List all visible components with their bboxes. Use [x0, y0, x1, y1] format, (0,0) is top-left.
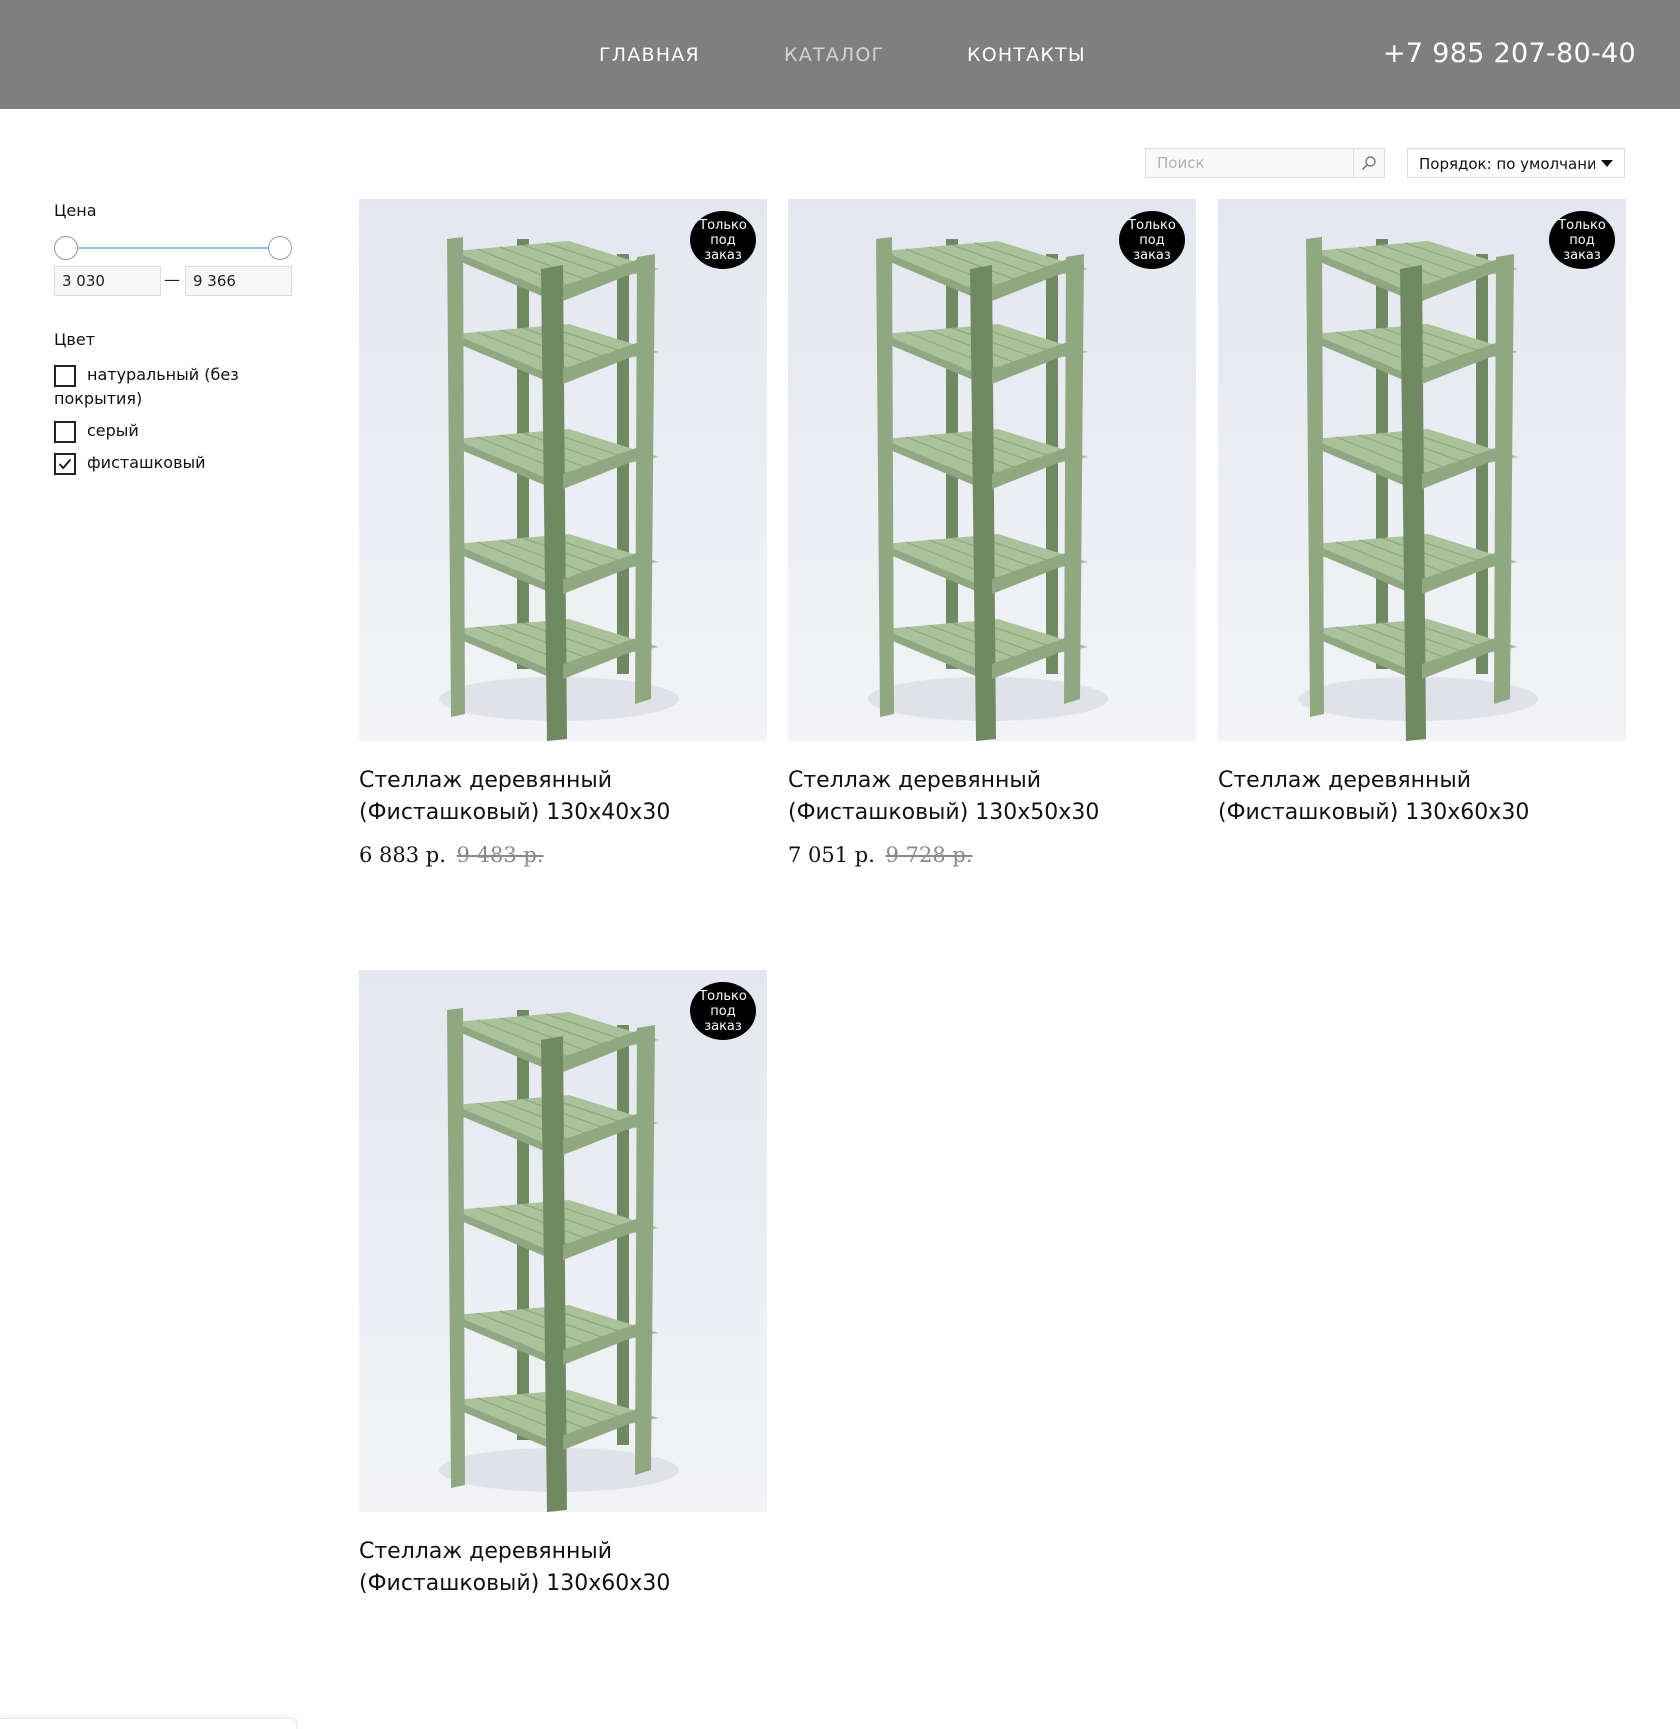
price-min-input[interactable]: [54, 266, 161, 296]
product-image[interactable]: Только под заказ: [359, 199, 767, 741]
product-title[interactable]: Стеллаж деревянный (Фисташковый) 130х60х…: [359, 1536, 767, 1600]
product-price: 7 051 р.: [788, 843, 875, 867]
color-option-grey-label[interactable]: серый: [54, 419, 254, 443]
shelf-illustration: [868, 237, 1108, 741]
front-right-post: [635, 1025, 655, 1475]
made-to-order-badge: Только под заказ: [1119, 211, 1185, 269]
sort-selected-label: Порядок: по умолчанию: [1419, 155, 1595, 173]
front-left-post: [447, 1008, 465, 1488]
shelf-illustration: [439, 1008, 679, 1512]
made-to-order-badge: Только под заказ: [690, 982, 756, 1040]
phone-number[interactable]: +7 985 207-80-40: [1383, 38, 1636, 70]
product-title[interactable]: Стеллаж деревянный (Фисташковый) 130х60х…: [1218, 765, 1626, 829]
product-card: Только под заказ Стеллаж деревянный (Фис…: [788, 199, 1196, 868]
made-to-order-badge: Только под заказ: [690, 211, 756, 269]
front-right-post: [1064, 254, 1084, 704]
front-left-post: [1306, 237, 1324, 717]
nav-home[interactable]: ГЛАВНАЯ: [599, 44, 700, 66]
price-slider-min-handle[interactable]: [54, 236, 78, 260]
front-left-post: [447, 237, 465, 717]
shelf-illustration: [1298, 237, 1538, 741]
product-image[interactable]: Только под заказ: [359, 970, 767, 1512]
color-option-pistachio-label[interactable]: фисташковый: [54, 451, 254, 475]
product-image[interactable]: Только под заказ: [1218, 199, 1626, 741]
product-card: Только под заказ Стеллаж деревянный (Фис…: [1218, 199, 1626, 829]
front-left-post: [876, 237, 894, 717]
site-header: ГЛАВНАЯ КАТАЛОГ КОНТАКТЫ +7 985 207-80-4…: [0, 0, 1680, 109]
search-button[interactable]: [1354, 149, 1384, 177]
made-to-order-badge: Только под заказ: [1549, 211, 1615, 269]
front-right-post: [1494, 254, 1514, 704]
product-title[interactable]: Стеллаж деревянный (Фисташковый) 130х50х…: [788, 765, 1196, 829]
product-price: 6 883 р.: [359, 843, 446, 867]
search-icon: [1362, 156, 1376, 170]
caret-down-icon: [1601, 160, 1613, 167]
front-right-post: [635, 254, 655, 704]
price-range-dash: —: [164, 270, 180, 289]
product-card: Только под заказ Стеллаж деревянный (Фис…: [359, 970, 767, 1600]
nav-contacts[interactable]: КОНТАКТЫ: [967, 44, 1086, 66]
sort-dropdown[interactable]: Порядок: по умолчанию: [1407, 148, 1625, 178]
price-filter-title: Цена: [54, 201, 97, 220]
nav-catalog[interactable]: КАТАЛОГ: [784, 44, 884, 66]
bottom-widget-panel: [0, 1718, 297, 1729]
product-old-price: 9 728 р.: [885, 843, 973, 867]
product-title[interactable]: Стеллаж деревянный (Фисташковый) 130х40х…: [359, 765, 767, 829]
search-box: [1145, 148, 1385, 178]
product-prices: 6 883 р. 9 483 р.: [359, 842, 767, 868]
product-card: Только под заказ Стеллаж деревянный (Фис…: [359, 199, 767, 868]
shelf-illustration: [439, 237, 679, 741]
search-input[interactable]: [1146, 149, 1354, 177]
product-prices: 7 051 р. 9 728 р.: [788, 842, 1196, 868]
price-slider-track: [66, 247, 280, 249]
product-image[interactable]: Только под заказ: [788, 199, 1196, 741]
color-filter-title: Цвет: [54, 330, 96, 349]
price-slider-max-handle[interactable]: [268, 236, 292, 260]
product-old-price: 9 483 р.: [456, 843, 544, 867]
color-option-natural-label[interactable]: натуральный (без покрытия): [54, 363, 254, 411]
price-max-input[interactable]: [185, 266, 292, 296]
